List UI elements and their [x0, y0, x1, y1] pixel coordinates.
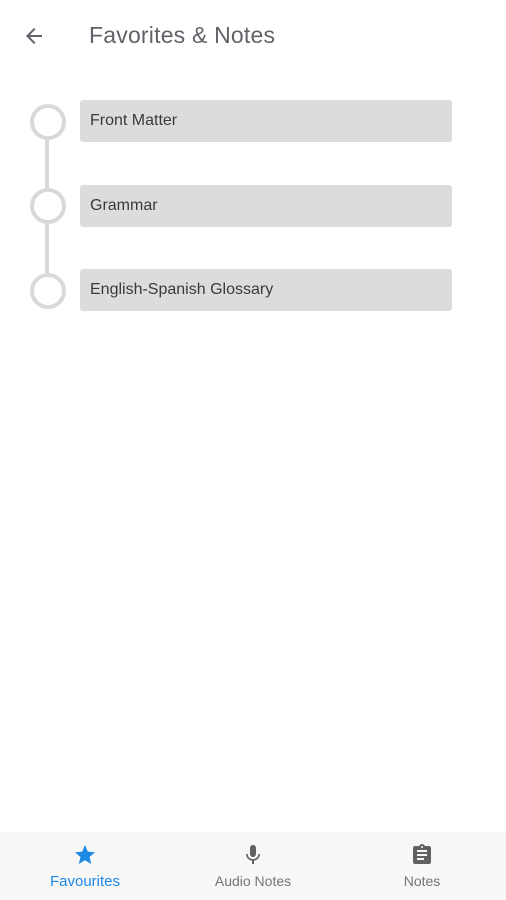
clipboard-icon — [409, 842, 435, 868]
timeline-node — [30, 188, 66, 224]
tab-label: Notes — [403, 873, 441, 889]
favorite-item-front-matter[interactable]: Front Matter — [80, 100, 452, 142]
favorite-item-grammar[interactable]: Grammar — [80, 185, 452, 227]
timeline-node — [30, 104, 66, 140]
star-icon — [72, 842, 98, 868]
tab-label: Audio Notes — [214, 873, 292, 889]
tab-audio-notes[interactable]: Audio Notes — [198, 832, 308, 900]
favorites-timeline: Front Matter Grammar English-Spanish Glo… — [0, 0, 506, 340]
timeline-node — [30, 273, 66, 309]
tab-label: Favourites — [49, 873, 121, 890]
tab-notes[interactable]: Notes — [367, 832, 477, 900]
microphone-icon — [240, 842, 266, 868]
tab-favourites[interactable]: Favourites — [30, 832, 140, 900]
favorite-item-glossary[interactable]: English-Spanish Glossary — [80, 269, 452, 311]
bottom-navigation: Favourites Audio Notes Notes — [0, 832, 506, 900]
